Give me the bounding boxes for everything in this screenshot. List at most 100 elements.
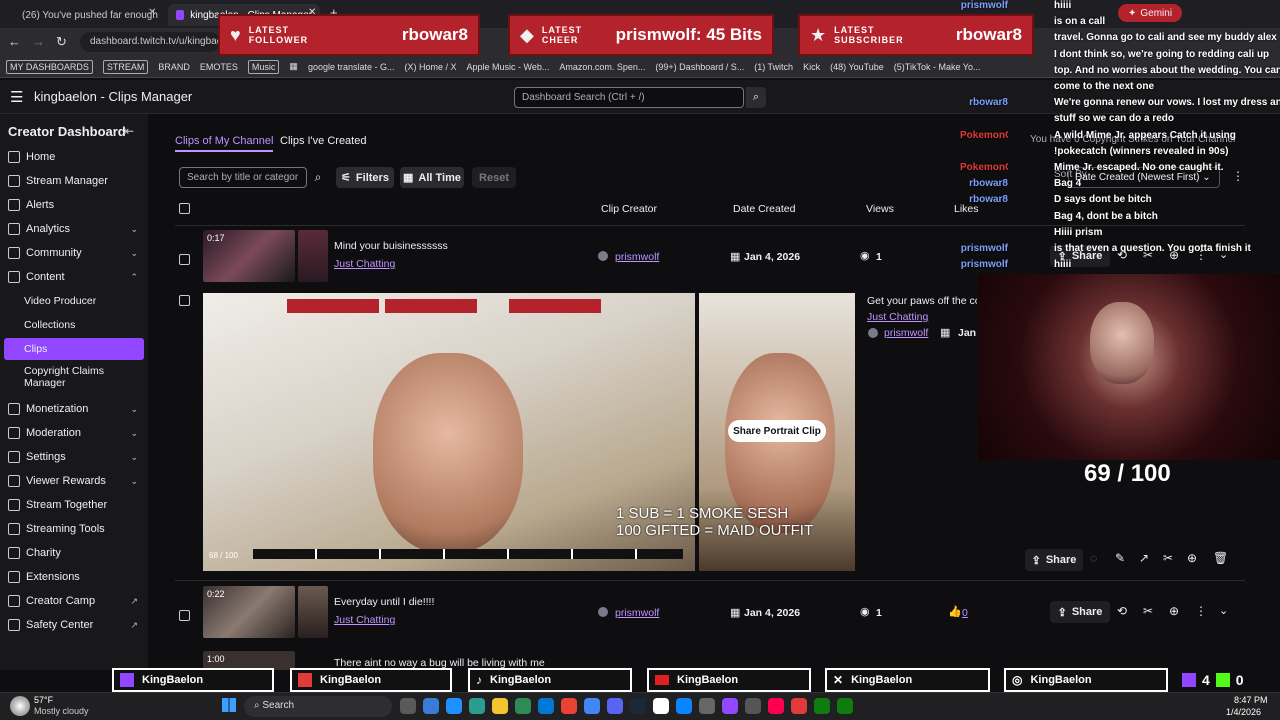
taskbar-search[interactable]: ⌕ Search <box>244 696 392 717</box>
scissors-icon[interactable]: ✂ <box>1143 604 1153 618</box>
clip-category[interactable]: Just Chatting <box>334 614 395 626</box>
clip-thumbnail[interactable]: 0:17 <box>203 230 295 282</box>
share-portrait-clip-button[interactable]: Share Portrait Clip <box>728 420 826 442</box>
chat-username[interactable]: rbowar8 <box>960 176 1008 191</box>
column-header-date[interactable]: Date Created <box>733 203 795 215</box>
portrait-thumbnail[interactable] <box>298 586 328 638</box>
edit-icon[interactable]: ✎ <box>1115 551 1125 565</box>
clip-title[interactable]: Get your paws off the co <box>867 295 977 307</box>
app-icon[interactable] <box>676 698 692 714</box>
row-checkbox[interactable] <box>179 610 190 621</box>
edge-icon[interactable] <box>446 698 462 714</box>
row-checkbox[interactable] <box>179 295 190 306</box>
table-row[interactable]: 1:00 There aint no way a bug will be liv… <box>175 649 1245 670</box>
chevron-down-icon[interactable]: ⌄ <box>1219 604 1228 617</box>
table-row[interactable]: 0:22 Everyday until I die!!!! Just Chatt… <box>175 583 1245 643</box>
portrait-icon[interactable]: ⟲ <box>1117 604 1127 618</box>
all-time-button[interactable]: ▦ All Time <box>400 167 464 188</box>
bookmark-item[interactable]: Apple Music - Web... <box>467 62 550 72</box>
sidebar-subitem-video-producer[interactable]: Video Producer <box>24 290 142 312</box>
url-field[interactable]: dashboard.twitch.tv/u/kingbaelon <box>80 32 220 52</box>
steam-icon[interactable] <box>630 698 646 714</box>
trash-icon[interactable]: 🗑 <box>1213 551 1228 565</box>
clip-title[interactable]: Everyday until I die!!!! <box>334 596 434 608</box>
obs-icon[interactable] <box>745 698 761 714</box>
chat-username[interactable]: PokemonCom... <box>960 160 1008 175</box>
browser-tab[interactable]: (26) You've pushed far enough <box>8 4 158 26</box>
xbox-icon[interactable] <box>814 698 830 714</box>
sidebar-item-monetization[interactable]: Monetization ⌄ <box>8 398 144 420</box>
row-checkbox[interactable] <box>179 254 190 265</box>
sidebar-item-moderation[interactable]: Moderation ⌄ <box>8 422 144 444</box>
share-button[interactable]: ⇪ Share <box>1025 549 1083 571</box>
sidebar-subitem-copyright-claims-manager[interactable]: Copyright Claims Manager <box>24 362 142 392</box>
bookmark-item[interactable]: (48) YouTube <box>830 62 884 72</box>
chat-username[interactable]: prismwolf <box>960 257 1008 272</box>
bookmark-item[interactable]: Music <box>247 59 280 74</box>
mail-icon[interactable] <box>538 698 554 714</box>
sidebar-item-settings[interactable]: Settings ⌄ <box>8 446 144 468</box>
chat-username[interactable]: PokemonCom... <box>960 128 1008 143</box>
clip-likes[interactable]: 0 <box>962 607 968 619</box>
column-header-views[interactable]: Views <box>866 203 894 215</box>
grid-icon[interactable]: ▦ <box>289 61 298 72</box>
clip-category[interactable]: Just Chatting <box>334 258 395 270</box>
sidebar-item-stream-manager[interactable]: Stream Manager <box>8 170 144 192</box>
scissors-icon[interactable]: ✂ <box>1163 551 1173 565</box>
clip-search-input[interactable]: Search by title or categor <box>179 167 307 188</box>
clip-title[interactable]: Mind your buisinessssss <box>334 240 448 252</box>
sidebar-item-streaming-tools[interactable]: Streaming Tools <box>8 518 144 540</box>
collapse-sidebar-icon[interactable]: ⇤ <box>124 124 134 138</box>
tab-clips-of-my-channel[interactable]: Clips of My Channel <box>175 135 274 152</box>
clip-thumbnail[interactable]: 0:22 <box>203 586 295 638</box>
bookmark-item[interactable]: Kick <box>803 62 820 72</box>
sidebar-item-safety-center[interactable]: Safety Center ↗ <box>8 614 144 636</box>
epic-icon[interactable] <box>653 698 669 714</box>
column-header-creator[interactable]: Clip Creator <box>601 203 657 215</box>
clip-creator-link[interactable]: prismwolf <box>884 327 928 339</box>
hamburger-menu-icon[interactable]: ☰ <box>10 88 23 106</box>
add-icon[interactable]: ⊕ <box>1169 604 1179 618</box>
app-icon[interactable] <box>791 698 807 714</box>
store-icon[interactable] <box>469 698 485 714</box>
chat-username[interactable]: prismwolf <box>960 241 1008 256</box>
clip-category[interactable]: Just Chatting <box>867 311 928 323</box>
chat-username[interactable]: prismwolf <box>960 0 1008 13</box>
bookmark-item[interactable]: Amazon.com. Spen... <box>559 62 645 72</box>
tiktok-icon[interactable] <box>768 698 784 714</box>
widgets-icon[interactable] <box>423 698 439 714</box>
clip-creator-link[interactable]: prismwolf <box>615 251 659 263</box>
chat-username[interactable]: rbowar8 <box>960 95 1008 110</box>
more-options-icon[interactable]: ⋮ <box>1195 604 1207 618</box>
search-icon[interactable]: ⌕ <box>308 167 328 188</box>
bookmark-item[interactable]: (5)TikTok - Make Yo... <box>894 62 981 72</box>
sidebar-item-creator-camp[interactable]: Creator Camp ↗ <box>8 590 144 612</box>
xbox-icon[interactable] <box>515 698 531 714</box>
sidebar-item-home[interactable]: Home <box>8 146 144 168</box>
forward-icon[interactable]: → <box>32 34 45 49</box>
bookmark-item[interactable]: (1) Twitch <box>754 62 793 72</box>
tab-clips-ive-created[interactable]: Clips I've Created <box>280 135 366 147</box>
bookmark-item[interactable]: (X) Home / X <box>404 62 456 72</box>
share-button[interactable]: ⇪ Share <box>1050 601 1110 623</box>
add-icon[interactable]: ⊕ <box>1187 551 1197 565</box>
dashboard-search-input[interactable]: Dashboard Search (Ctrl + /) <box>514 87 744 108</box>
reload-icon[interactable]: ↻ <box>56 34 67 50</box>
portrait-thumbnail[interactable] <box>298 230 328 282</box>
chrome-icon[interactable] <box>584 698 600 714</box>
bookmark-item[interactable]: EMOTES <box>200 62 238 72</box>
external-link-icon[interactable]: ↗ <box>1139 551 1149 565</box>
sidebar-item-stream-together[interactable]: Stream Together <box>8 494 144 516</box>
task-view-icon[interactable] <box>400 698 416 714</box>
bookmark-item[interactable]: STREAM <box>102 59 149 74</box>
bookmark-item[interactable]: google translate - G... <box>308 62 395 72</box>
back-icon[interactable]: ← <box>8 34 21 49</box>
app-icon[interactable] <box>699 698 715 714</box>
sidebar-item-community[interactable]: Community ⌄ <box>8 242 144 264</box>
sidebar-item-analytics[interactable]: Analytics ⌄ <box>8 218 144 240</box>
sidebar-item-charity[interactable]: Charity <box>8 542 144 564</box>
windows-start-icon[interactable] <box>222 698 236 712</box>
chat-username[interactable]: rbowar8 <box>960 192 1008 207</box>
reset-button[interactable]: Reset <box>472 167 516 188</box>
game-icon[interactable] <box>837 698 853 714</box>
